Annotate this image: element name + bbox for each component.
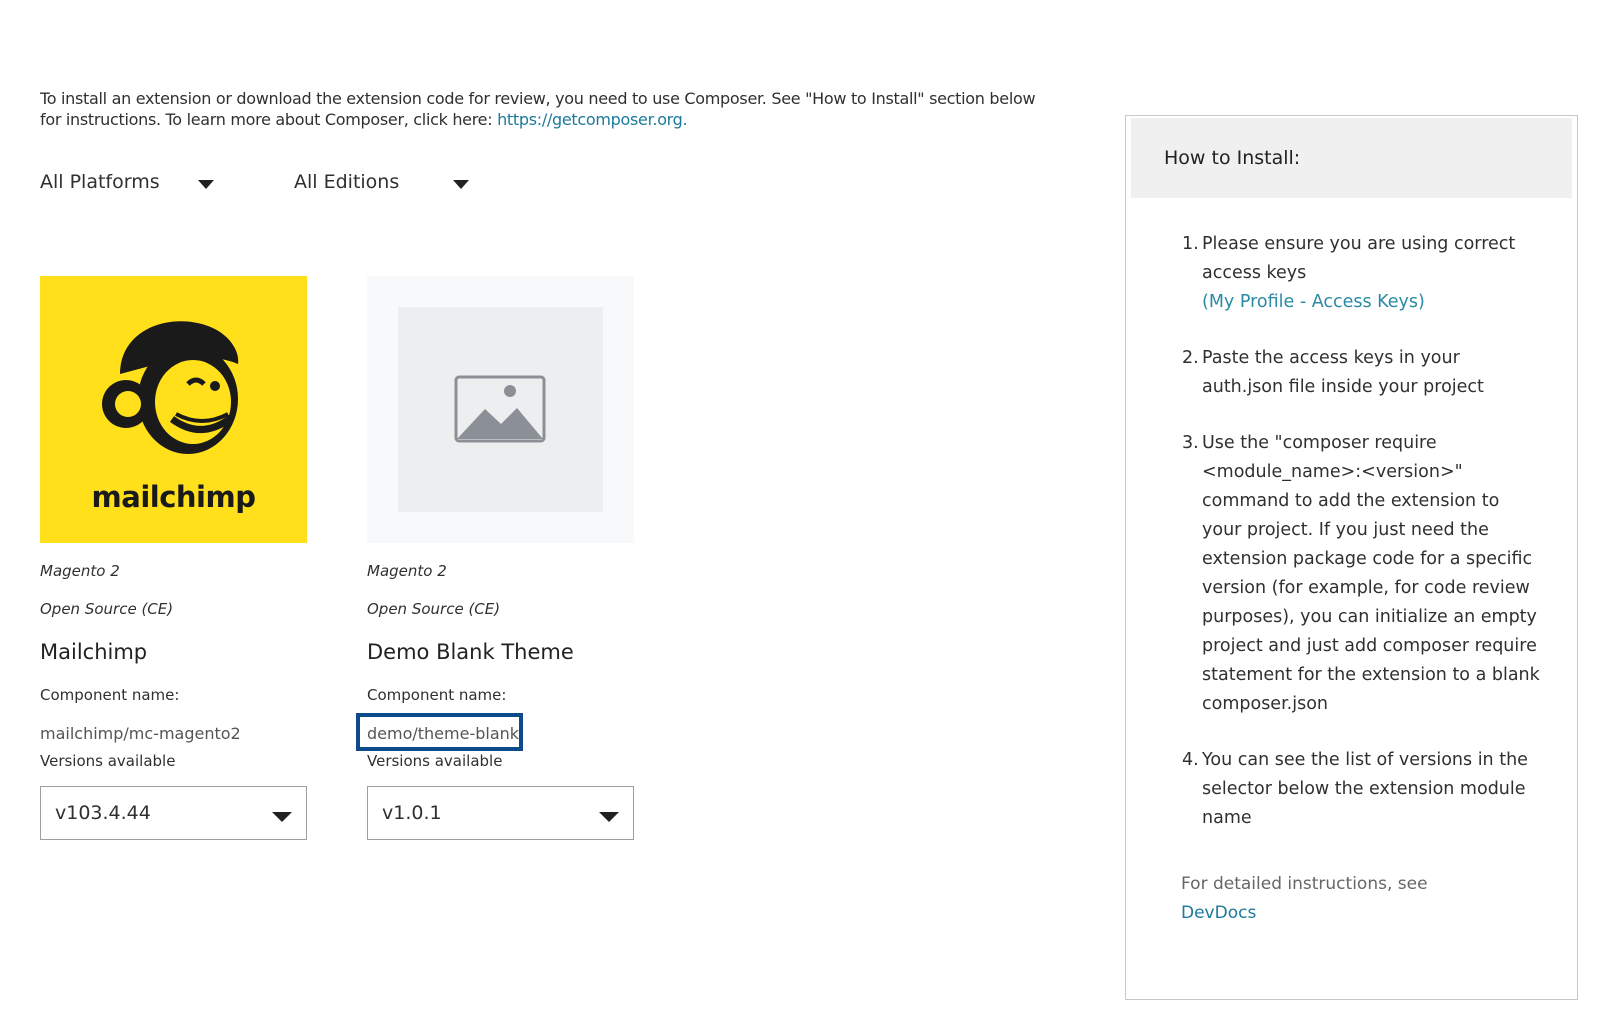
install-step: 2. Paste the access keys in your auth.js… — [1182, 344, 1542, 402]
extension-title[interactable]: Demo Blank Theme — [367, 640, 574, 664]
component-name-label: Component name: — [40, 686, 180, 704]
component-name-value: mailchimp/mc-magento2 — [40, 724, 241, 743]
platform-filter-label: All Platforms — [40, 171, 160, 193]
placeholder-thumbnail[interactable] — [367, 276, 634, 543]
step-number: 2. — [1182, 348, 1199, 368]
footer-text: For detailed instructions, see — [1181, 874, 1428, 894]
versions-available-label: Versions available — [367, 752, 503, 770]
chevron-down-icon — [198, 180, 214, 189]
panel-title: How to Install: — [1164, 147, 1301, 169]
step-text: Use the "composer require <module_name>:… — [1202, 433, 1540, 714]
step-text: Paste the access keys in your auth.json … — [1202, 348, 1484, 397]
component-name-value: demo/theme-blank — [367, 724, 520, 743]
install-step: 3. Use the "composer require <module_nam… — [1182, 429, 1542, 719]
edition-label: Open Source (CE) — [367, 600, 501, 618]
extension-card-mailchimp: mailchimp Magento 2 Open Source (CE) Mai… — [40, 276, 307, 840]
access-keys-link[interactable]: (My Profile - Access Keys) — [1202, 292, 1425, 312]
install-step: 1. Please ensure you are using correct a… — [1182, 230, 1542, 317]
chevron-down-icon — [599, 812, 619, 822]
version-select-value: v1.0.1 — [382, 802, 442, 824]
how-to-install-panel: How to Install: 1. Please ensure you are… — [1125, 115, 1578, 1000]
mailchimp-wordmark: mailchimp — [91, 480, 256, 514]
version-select-value: v103.4.44 — [55, 802, 151, 824]
install-step: 4. You can see the list of versions in t… — [1182, 746, 1542, 833]
edition-label: Open Source (CE) — [40, 600, 174, 618]
composer-link[interactable]: https://getcomposer.org. — [497, 110, 688, 129]
image-placeholder-icon — [454, 375, 546, 443]
step-number: 1. — [1182, 234, 1199, 254]
mailchimp-monkey-icon — [102, 321, 239, 454]
step-number: 4. — [1182, 750, 1199, 770]
chevron-down-icon — [272, 812, 292, 822]
step-text: Please ensure you are using correct acce… — [1202, 234, 1516, 283]
extension-title[interactable]: Mailchimp — [40, 640, 147, 664]
platform-label: Magento 2 — [367, 562, 447, 580]
version-select[interactable]: v1.0.1 — [367, 786, 634, 840]
platform-label: Magento 2 — [40, 562, 120, 580]
step-number: 3. — [1182, 433, 1199, 453]
chevron-down-icon — [453, 180, 469, 189]
versions-available-label: Versions available — [40, 752, 176, 770]
version-select[interactable]: v103.4.44 — [40, 786, 307, 840]
mailchimp-logo[interactable]: mailchimp — [40, 276, 307, 543]
extension-card-demo-blank-theme: Magento 2 Open Source (CE) Demo Blank Th… — [356, 276, 634, 840]
panel-footer: For detailed instructions, see DevDocs — [1181, 870, 1428, 928]
panel-header: How to Install: — [1131, 118, 1572, 198]
platform-filter-dropdown[interactable]: All Platforms — [40, 168, 220, 196]
install-steps-list: 1. Please ensure you are using correct a… — [1182, 230, 1542, 860]
step-text: You can see the list of versions in the … — [1202, 750, 1528, 828]
devdocs-link[interactable]: DevDocs — [1181, 903, 1256, 923]
intro-text: To install an extension or download the … — [40, 88, 1060, 130]
edition-filter-label: All Editions — [294, 171, 400, 193]
edition-filter-dropdown[interactable]: All Editions — [294, 168, 474, 196]
component-name-label: Component name: — [367, 686, 507, 704]
